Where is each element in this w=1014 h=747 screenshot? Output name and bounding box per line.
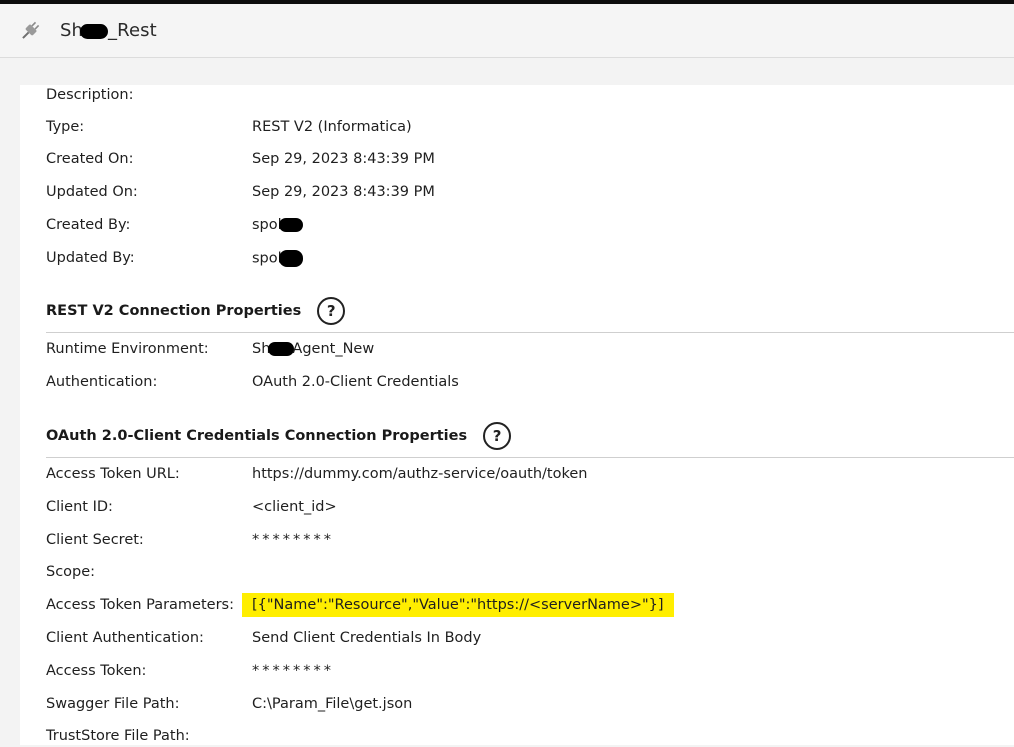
property-row-access-token-parameters: Access Token Parameters: [{"Name":"Resou… [46,593,674,617]
property-row-authentication: Authentication: OAuth 2.0-Client Credent… [46,371,459,393]
property-row-created-by: Created By: spol [46,214,303,236]
highlighted-property-value: [{"Name":"Resource","Value":"https://<se… [242,593,674,617]
redaction-mark [268,342,295,356]
property-label: Scope: [46,564,96,580]
property-label: Type: [46,119,85,135]
redaction-mark [278,218,303,232]
property-value: Sh Agent_New [252,341,375,357]
section-divider [46,332,1014,333]
property-row-updated-on: Updated On: Sep 29, 2023 8:43:39 PM [46,181,435,203]
property-row-access-token-url: Access Token URL: https://dummy.com/auth… [46,463,587,485]
property-row-truststore-file-path: TrustStore File Path: [46,725,252,747]
property-row-type: Type: REST V2 (Informatica) [46,116,412,138]
section-rest-v2-connection-properties: REST V2 Connection Properties ? [46,296,1014,326]
property-row-description: Description: [46,84,252,106]
property-row-access-token: Access Token: ******** [46,660,334,682]
property-label: Access Token URL: [46,466,180,482]
plug-icon [22,21,40,39]
property-label: Client ID: [46,499,113,515]
property-row-client-id: Client ID: <client_id> [46,496,337,518]
property-label: Updated By: [46,250,135,266]
property-value: ******** [252,532,334,548]
connection-header: Sh _Rest [0,4,1014,58]
property-label: Access Token: [46,663,147,679]
property-label: Swagger File Path: [46,696,180,712]
section-title: REST V2 Connection Properties [46,303,302,319]
connection-details-panel: Description: Type: REST V2 (Informatica)… [20,85,1014,745]
help-icon[interactable]: ? [483,422,512,450]
redaction-mark [80,23,109,39]
property-value: Sep 29, 2023 8:43:39 PM [252,151,435,167]
page-title: Sh _Rest [60,20,157,41]
property-value: ******** [252,663,334,679]
property-label: Created On: [46,151,134,167]
property-label: TrustStore File Path: [46,728,190,744]
property-label: Runtime Environment: [46,341,209,357]
property-label: Authentication: [46,374,158,390]
section-divider [46,457,1014,458]
property-value: C:\Param_File\get.json [252,696,413,712]
property-label: Created By: [46,217,131,233]
section-oauth-client-credentials-properties: OAuth 2.0-Client Credentials Connection … [46,421,1014,451]
property-value: Send Client Credentials In Body [252,630,482,646]
property-value: <client_id> [252,499,337,515]
property-value: REST V2 (Informatica) [252,119,412,135]
property-label: Description: [46,87,134,103]
property-row-client-secret: Client Secret: ******** [46,529,334,551]
property-value: spol [252,249,303,267]
help-icon[interactable]: ? [317,297,346,325]
property-value: OAuth 2.0-Client Credentials [252,374,459,390]
property-value: spol [252,217,303,233]
property-row-created-on: Created On: Sep 29, 2023 8:43:39 PM [46,148,435,170]
property-row-runtime-environment: Runtime Environment: Sh Agent_New [46,338,374,360]
section-title: OAuth 2.0-Client Credentials Connection … [46,428,468,444]
property-label: Access Token Parameters: [46,597,234,613]
property-label: Client Secret: [46,532,144,548]
property-label: Client Authentication: [46,630,204,646]
property-row-swagger-file-path: Swagger File Path: C:\Param_File\get.jso… [46,693,412,715]
property-row-client-authentication: Client Authentication: Send Client Crede… [46,627,481,649]
property-row-scope: Scope: [46,561,252,583]
redaction-mark [278,249,303,267]
property-value: Sep 29, 2023 8:43:39 PM [252,184,435,200]
property-row-updated-by: Updated By: spol [46,247,303,269]
property-value: https://dummy.com/authz-service/oauth/to… [252,466,588,482]
property-label: Updated On: [46,184,138,200]
